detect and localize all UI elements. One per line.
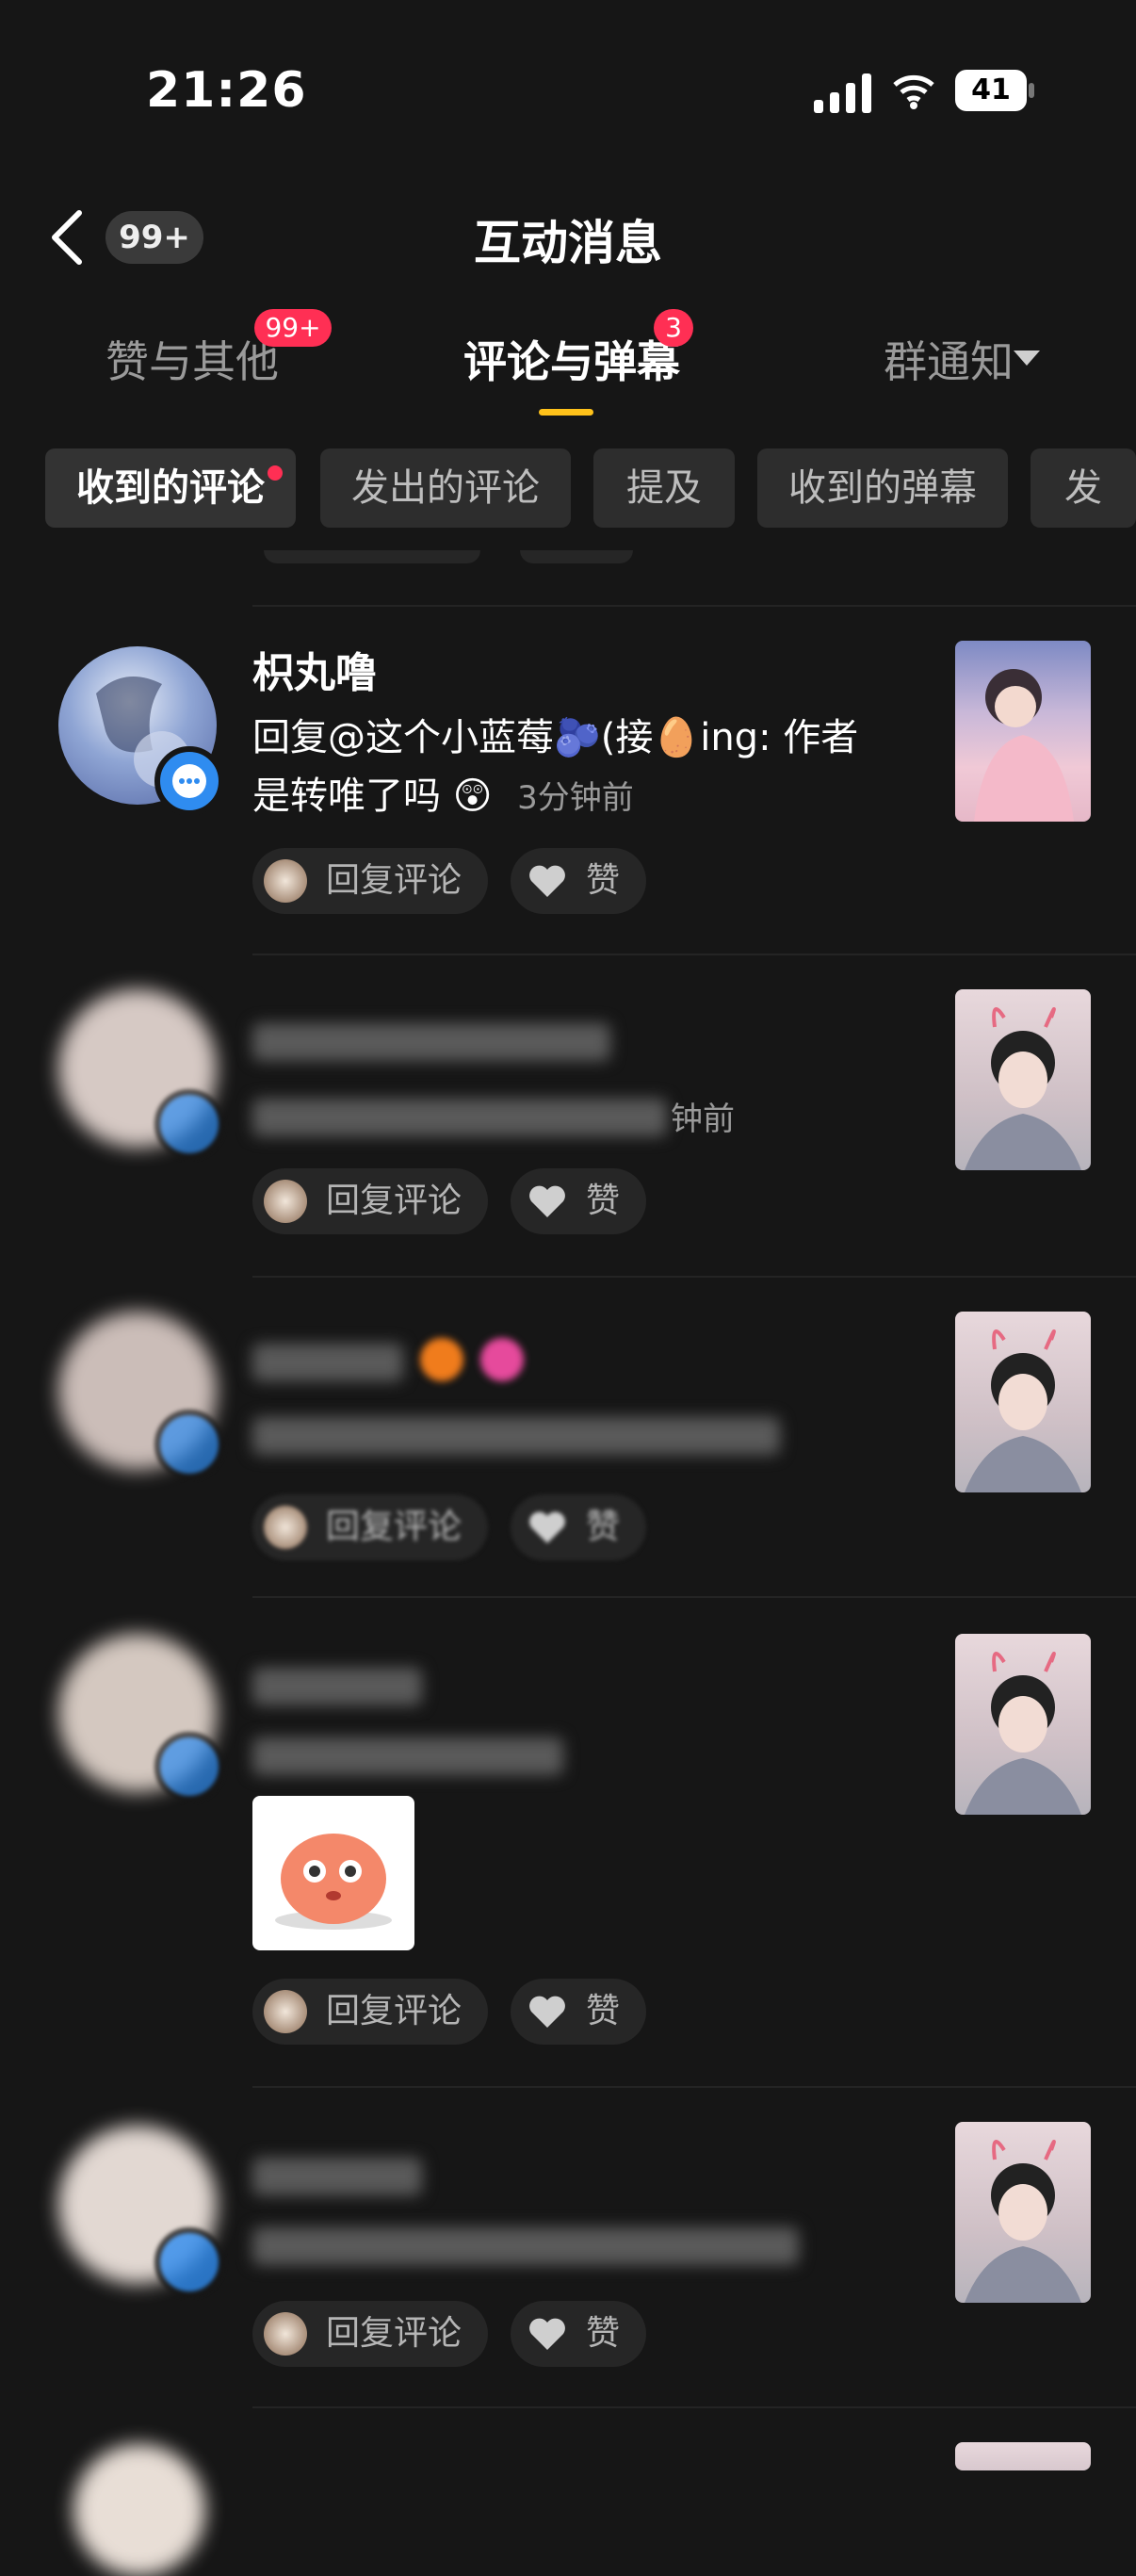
heart-icon — [529, 1996, 565, 2028]
sticker-icon — [264, 859, 307, 903]
battery-level: 41 — [955, 70, 1027, 111]
video-thumbnail[interactable] — [955, 641, 1091, 822]
comment-text[interactable] — [252, 2227, 799, 2265]
user-name[interactable] — [252, 2158, 422, 2195]
heart-icon — [529, 1511, 565, 1543]
dropdown-caret-icon[interactable] — [1014, 351, 1040, 366]
status-time: 21:26 — [146, 62, 307, 119]
comment-text[interactable] — [252, 1099, 667, 1136]
filter-received-comments[interactable]: 收到的评论 — [45, 448, 296, 528]
comment-text[interactable] — [252, 1417, 780, 1455]
sticker-icon — [264, 1180, 307, 1223]
reply-comment-button[interactable]: 回复评论 — [252, 2301, 488, 2367]
video-thumbnail[interactable] — [955, 2122, 1091, 2303]
comment-bubble-icon — [154, 1089, 224, 1159]
video-thumbnail[interactable] — [955, 989, 1091, 1170]
like-button[interactable]: 赞 — [511, 1494, 646, 1560]
video-thumbnail[interactable] — [955, 1312, 1091, 1492]
tab-likes-and-others[interactable]: 赞与其他 — [105, 328, 279, 390]
user-name[interactable] — [252, 1668, 422, 1705]
comment-bubble-icon — [154, 1732, 224, 1802]
new-dot-indicator — [268, 465, 283, 481]
comment-time: 3分钟前 — [517, 779, 634, 817]
battery-icon: 41 — [955, 70, 1034, 113]
divider — [252, 1596, 1136, 1598]
user-name[interactable] — [252, 1023, 610, 1061]
like-button[interactable]: 赞 — [511, 2301, 646, 2367]
divider — [252, 954, 1136, 955]
heart-icon — [529, 1185, 565, 1217]
tab-comments-and-danmaku[interactable]: 评论与弹幕 — [463, 328, 680, 390]
page-title: 互动消息 — [474, 216, 662, 270]
divider — [252, 2406, 1136, 2408]
comment-text[interactable]: 回复@这个小蓝莓🫐(接🥚ing: 作者是转唯了吗 😲 3分钟前 — [252, 709, 874, 827]
heart-icon — [529, 2318, 565, 2350]
comment-bubble-icon — [154, 746, 224, 816]
user-name[interactable] — [252, 1344, 403, 1381]
heart-icon — [529, 865, 565, 897]
tab-likes-badge: 99+ — [254, 309, 332, 347]
sticker-icon — [264, 1506, 307, 1549]
cellular-signal-icon — [814, 73, 871, 113]
reply-comment-button[interactable]: 回复评论 — [252, 1494, 488, 1560]
filter-sent-comments[interactable]: 发出的评论 — [320, 448, 571, 528]
filter-more[interactable]: 发 — [1031, 448, 1136, 528]
filter-received-danmaku[interactable]: 收到的弹幕 — [757, 448, 1008, 528]
divider — [252, 1276, 1136, 1278]
comment-time: 钟前 — [671, 1101, 735, 1138]
comment-text[interactable] — [252, 1737, 563, 1775]
wifi-icon — [893, 74, 934, 109]
like-button[interactable]: 赞 — [511, 1168, 646, 1234]
comment-bubble-icon — [154, 1410, 224, 1479]
sticker-icon — [264, 2312, 307, 2356]
divider — [252, 2086, 1136, 2088]
active-tab-indicator — [539, 409, 593, 416]
divider — [252, 605, 1136, 607]
like-button[interactable]: 赞 — [511, 1979, 646, 2045]
comment-bubble-icon — [154, 2227, 224, 2297]
comment-sticker-image[interactable] — [252, 1796, 414, 1950]
user-name[interactable]: 枳丸噜 — [252, 639, 377, 699]
filter-mentions[interactable]: 提及 — [593, 448, 735, 528]
sticker-icon — [264, 1990, 307, 2033]
avatar[interactable] — [73, 2444, 205, 2576]
reply-comment-button[interactable]: 回复评论 — [252, 848, 488, 914]
reply-comment-button[interactable]: 回复评论 — [252, 1168, 488, 1234]
video-thumbnail[interactable] — [955, 1634, 1091, 1815]
reply-comment-button[interactable]: 回复评论 — [252, 1979, 488, 2045]
like-button[interactable]: 赞 — [511, 848, 646, 914]
tab-group-notifications[interactable]: 群通知 — [884, 328, 1014, 390]
tab-comments-badge: 3 — [654, 309, 693, 347]
video-thumbnail[interactable] — [955, 2442, 1091, 2470]
